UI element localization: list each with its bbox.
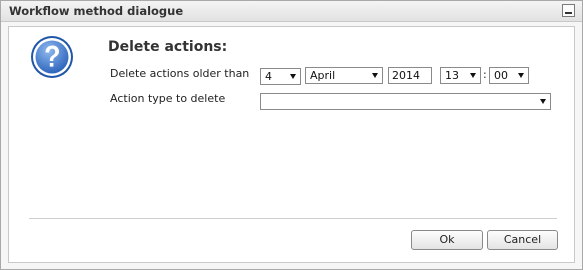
minute-select[interactable]: 00 (489, 67, 529, 84)
hour-select[interactable]: 13 (440, 67, 481, 84)
question-help-icon (31, 36, 73, 78)
dialog-title: Workflow method dialogue (9, 4, 184, 18)
month-value: April (310, 69, 336, 82)
year-value: 2014 (392, 69, 420, 82)
action-type-select[interactable] (260, 93, 551, 110)
month-select[interactable]: April (305, 67, 383, 84)
time-separator: : (483, 68, 487, 81)
day-select[interactable]: 4 (260, 68, 301, 85)
delete-older-than-label: Delete actions older than (110, 67, 250, 80)
hour-value: 13 (445, 69, 459, 82)
action-type-label: Action type to delete (110, 92, 226, 105)
cancel-button[interactable]: Cancel (487, 230, 558, 250)
dialog-panel: Delete actions: Delete actions older tha… (8, 26, 575, 263)
chevron-down-icon (540, 99, 546, 104)
minimize-button[interactable] (562, 4, 575, 17)
chevron-down-icon (470, 73, 476, 78)
year-input[interactable]: 2014 (388, 67, 432, 84)
section-heading: Delete actions: (108, 39, 228, 55)
ok-button[interactable]: Ok (411, 230, 483, 250)
title-bar[interactable]: Workflow method dialogue (1, 1, 582, 22)
chevron-down-icon (518, 73, 524, 78)
chevron-down-icon (290, 74, 296, 79)
day-value: 4 (265, 70, 272, 83)
divider (29, 218, 557, 219)
workflow-method-dialog: Workflow method dialogue Delete actions:… (0, 0, 583, 270)
minute-value: 00 (494, 69, 508, 82)
chevron-down-icon (372, 73, 378, 78)
